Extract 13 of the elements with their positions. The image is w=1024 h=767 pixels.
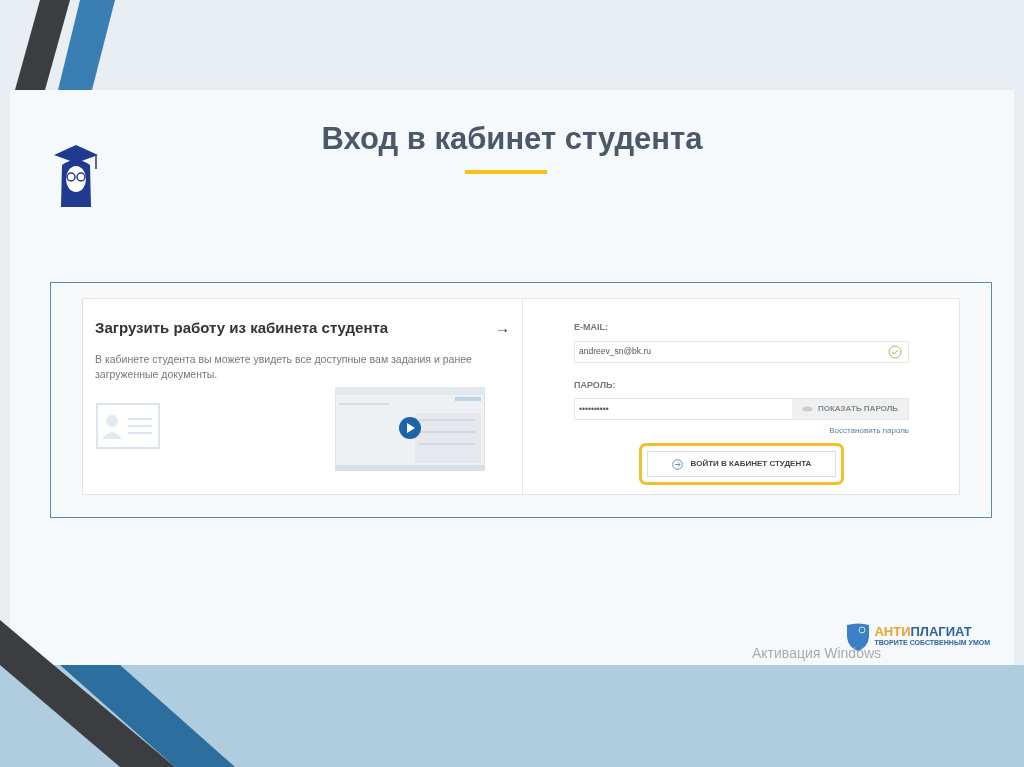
email-field[interactable]: andreev_sn@bk.ru [574, 340, 909, 363]
email-input[interactable]: andreev_sn@bk.ru [575, 345, 888, 358]
slide-title: Вход в кабинет студента [320, 120, 704, 157]
restore-password-link[interactable]: Восстановить пароль [829, 425, 909, 437]
activation-notice: Активация Windows [752, 646, 882, 660]
upload-description: В кабинете студента вы можете увидеть все доступные вам задания и ранее загруженные документы. [95, 351, 473, 382]
upload-link[interactable]: Загрузить работу из кабинета студента → [95, 317, 510, 340]
password-label: ПАРОЛЬ: [574, 378, 617, 392]
password-field[interactable]: •••••••••• ПОКАЗАТЬ ПАРОЛЬ [574, 398, 909, 420]
password-input[interactable]: •••••••••• [575, 399, 792, 419]
login-button[interactable]: ВОЙТИ В КАБИНЕТ СТУДЕНТА [646, 451, 837, 477]
email-label: E-MAIL: [574, 321, 609, 334]
logo-text: АНТИПЛАГИАТ [874, 625, 973, 639]
